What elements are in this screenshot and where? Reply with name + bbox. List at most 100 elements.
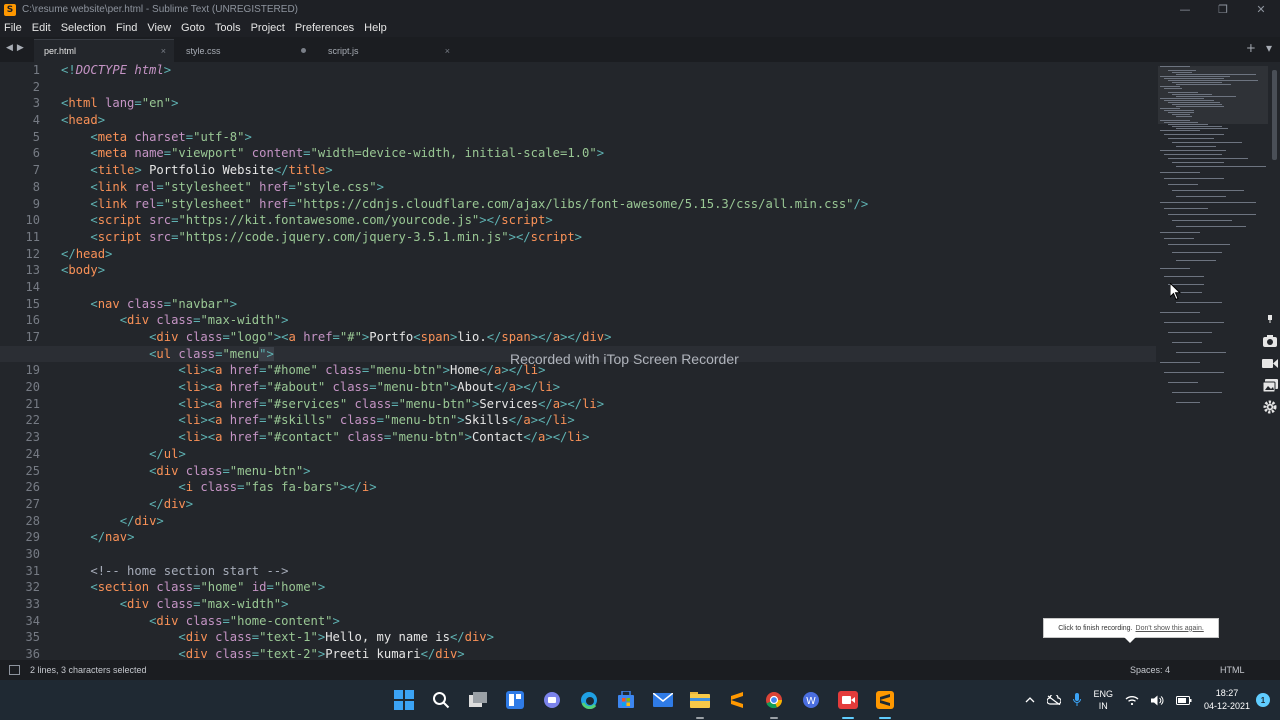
minimap-line (1164, 88, 1182, 89)
minimap-line (1168, 158, 1248, 159)
minimap-line (1172, 114, 1190, 115)
sublime-text-orange-icon[interactable] (723, 686, 751, 714)
tab-navigation: ◀ ▶ (6, 43, 24, 53)
tab-close-icon[interactable]: × (161, 46, 166, 56)
taskbar-apps: W (390, 680, 899, 720)
mail-icon[interactable] (649, 686, 677, 714)
code-line: <meta name="viewport" content="width=dev… (90, 146, 605, 161)
new-tab-icon[interactable]: + (1246, 41, 1256, 55)
close-button[interactable]: ✕ (1242, 0, 1280, 19)
minimap-line (1164, 208, 1208, 209)
code-line: <li><a href="#about" class="menu-btn">Ab… (178, 380, 561, 395)
wifi-icon[interactable] (1125, 695, 1139, 705)
tab-per-html[interactable]: per.html × (34, 39, 174, 62)
line-number: 15 (25, 296, 40, 311)
menu-tools[interactable]: Tools (210, 19, 246, 37)
tab-close-icon[interactable]: × (445, 46, 450, 56)
line-number: 3 (32, 96, 40, 111)
chevron-up-icon[interactable] (1025, 697, 1035, 703)
menu-bar: File Edit Selection Find View Goto Tools… (0, 19, 1280, 37)
minimap-line (1172, 82, 1222, 83)
video-camera-icon[interactable] (1261, 354, 1279, 372)
battery-icon[interactable] (1175, 695, 1192, 705)
line-number: 19 (25, 363, 40, 378)
menu-help[interactable]: Help (359, 19, 392, 37)
code-line: <meta charset="utf-8"> (90, 129, 252, 144)
microsoft-store-icon[interactable] (612, 686, 640, 714)
widgets-icon[interactable] (501, 686, 529, 714)
minimap-line (1160, 130, 1200, 131)
minimap-line (1160, 108, 1180, 109)
language-indicator[interactable]: ENG IN (1093, 688, 1113, 712)
code-line: <li><a href="#contact" class="menu-btn">… (178, 430, 590, 445)
minimap-line (1176, 352, 1226, 353)
menu-edit[interactable]: Edit (27, 19, 56, 37)
finish-recording-tooltip[interactable]: Click to finish recording. Don't show th… (1043, 618, 1219, 643)
code-line: <section class="home" id="home"> (90, 580, 326, 595)
tab-script-js[interactable]: script.js × (318, 39, 458, 62)
webex-app-icon[interactable]: W (797, 686, 825, 714)
tab-prev-icon[interactable]: ◀ (6, 43, 13, 53)
minimap[interactable] (1156, 62, 1270, 660)
syntax-selector[interactable]: HTML (1220, 665, 1245, 675)
indentation-setting[interactable]: Spaces: 4 (1130, 665, 1170, 675)
line-number: 32 (25, 580, 40, 595)
line-number: 28 (25, 513, 40, 528)
code-line: <title> Portfolio Website</title> (90, 163, 333, 178)
minimap-line (1164, 322, 1224, 323)
minimap-line (1176, 146, 1216, 147)
scrollbar-thumb[interactable] (1272, 70, 1277, 160)
menu-project[interactable]: Project (246, 19, 290, 37)
line-number: 21 (25, 396, 40, 411)
pin-icon[interactable] (1261, 310, 1279, 328)
menu-file[interactable]: File (0, 19, 27, 37)
tooltip-text: Click to finish recording. (1058, 624, 1133, 632)
tab-style-css[interactable]: style.css (176, 39, 316, 62)
volume-icon[interactable] (1150, 695, 1164, 706)
menu-find[interactable]: Find (111, 19, 142, 37)
teams-chat-icon[interactable] (538, 686, 566, 714)
minimap-line (1172, 94, 1212, 95)
settings-gear-icon[interactable] (1261, 398, 1279, 416)
cloud-offline-icon[interactable] (1047, 695, 1062, 705)
maximize-button[interactable]: ❐ (1204, 0, 1242, 19)
code-line: <div class="text-1">Hello, my name is</d… (178, 630, 494, 645)
tab-dropdown-icon[interactable]: ▾ (1266, 41, 1272, 55)
clock[interactable]: 18:27 04-12-2021 (1204, 687, 1250, 713)
screen-recorder-icon[interactable] (834, 686, 862, 719)
edge-browser-icon[interactable] (575, 686, 603, 714)
code-line: <html lang="en"> (61, 96, 179, 111)
menu-goto[interactable]: Goto (176, 19, 210, 37)
minimap-line (1164, 122, 1198, 123)
camera-icon[interactable] (1261, 332, 1279, 350)
microphone-icon[interactable] (1073, 693, 1082, 707)
minimap-line (1160, 268, 1190, 269)
tab-next-icon[interactable]: ▶ (17, 43, 24, 53)
minimap-line (1168, 214, 1256, 215)
dont-show-again-link[interactable]: Don't show this again. (1136, 625, 1204, 632)
search-icon[interactable] (427, 686, 455, 714)
title-bar: S C:\resume website\per.html - Sublime T… (0, 0, 1280, 19)
menu-view[interactable]: View (142, 19, 176, 37)
unsaved-dot-icon[interactable] (301, 48, 306, 53)
notification-badge[interactable]: 1 (1256, 693, 1270, 707)
menu-selection[interactable]: Selection (56, 19, 111, 37)
line-number: 12 (25, 246, 40, 261)
code-line: <div class="max-width"> (119, 597, 289, 611)
line-number: 33 (25, 597, 40, 611)
windows-start-icon[interactable] (390, 686, 418, 714)
clock-date: 04-12-2021 (1203, 701, 1250, 711)
sublime-text-icon[interactable] (871, 686, 899, 719)
minimap-line (1160, 86, 1180, 87)
chrome-browser-icon[interactable] (760, 686, 788, 719)
panel-toggle-icon[interactable] (9, 665, 20, 675)
line-number: 25 (25, 463, 40, 478)
gallery-icon[interactable] (1261, 376, 1279, 394)
file-explorer-icon[interactable] (686, 686, 714, 719)
minimap-line (1164, 276, 1204, 277)
menu-preferences[interactable]: Preferences (290, 19, 359, 37)
task-view-icon[interactable] (464, 686, 492, 714)
minimize-button[interactable]: — (1166, 0, 1204, 19)
